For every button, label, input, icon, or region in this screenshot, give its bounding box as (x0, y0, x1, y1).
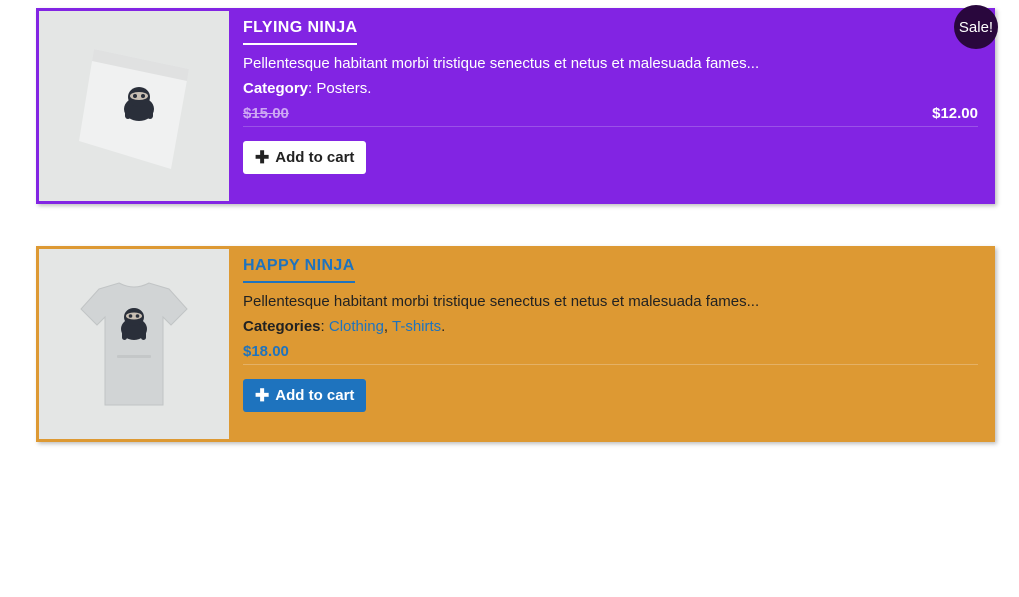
tshirt-icon (39, 249, 229, 439)
product-categories: Categories: Clothing, T-shirts. (243, 318, 978, 335)
current-price: $18.00 (243, 343, 289, 360)
add-to-cart-label: Add to cart (275, 149, 354, 166)
product-title[interactable]: FLYING NINJA (243, 19, 357, 45)
price-row: $15.00 $12.00 (243, 105, 978, 127)
add-to-cart-button[interactable]: ✚ Add to cart (243, 141, 366, 174)
category-value: Posters (316, 80, 367, 97)
plus-icon: ✚ (255, 149, 269, 166)
poster-icon (39, 11, 229, 201)
old-price: $15.00 (243, 105, 289, 122)
price-row: $18.00 (243, 343, 978, 365)
product-description: Pellentesque habitant morbi tristique se… (243, 293, 978, 310)
sale-badge: Sale! (954, 5, 998, 49)
add-to-cart-button[interactable]: ✚ Add to cart (243, 379, 366, 412)
product-categories: Category: Posters. (243, 80, 978, 97)
product-description: Pellentesque habitant morbi tristique se… (243, 55, 978, 72)
current-price: $12.00 (932, 105, 978, 122)
product-card: Sale! FLYING NINJA Pellentesque habitant… (36, 8, 995, 204)
category-link[interactable]: Clothing (329, 318, 384, 335)
product-thumbnail[interactable] (39, 249, 229, 439)
add-to-cart-label: Add to cart (275, 387, 354, 404)
category-link[interactable]: T-shirts (392, 318, 441, 335)
category-colon: : (321, 318, 329, 335)
category-label: Categories (243, 318, 321, 335)
product-title[interactable]: HAPPY NINJA (243, 257, 355, 283)
category-label: Category (243, 80, 308, 97)
product-card: HAPPY NINJA Pellentesque habitant morbi … (36, 246, 995, 442)
plus-icon: ✚ (255, 387, 269, 404)
product-thumbnail[interactable] (39, 11, 229, 201)
product-details: FLYING NINJA Pellentesque habitant morbi… (229, 11, 992, 201)
product-details: HAPPY NINJA Pellentesque habitant morbi … (229, 249, 992, 439)
